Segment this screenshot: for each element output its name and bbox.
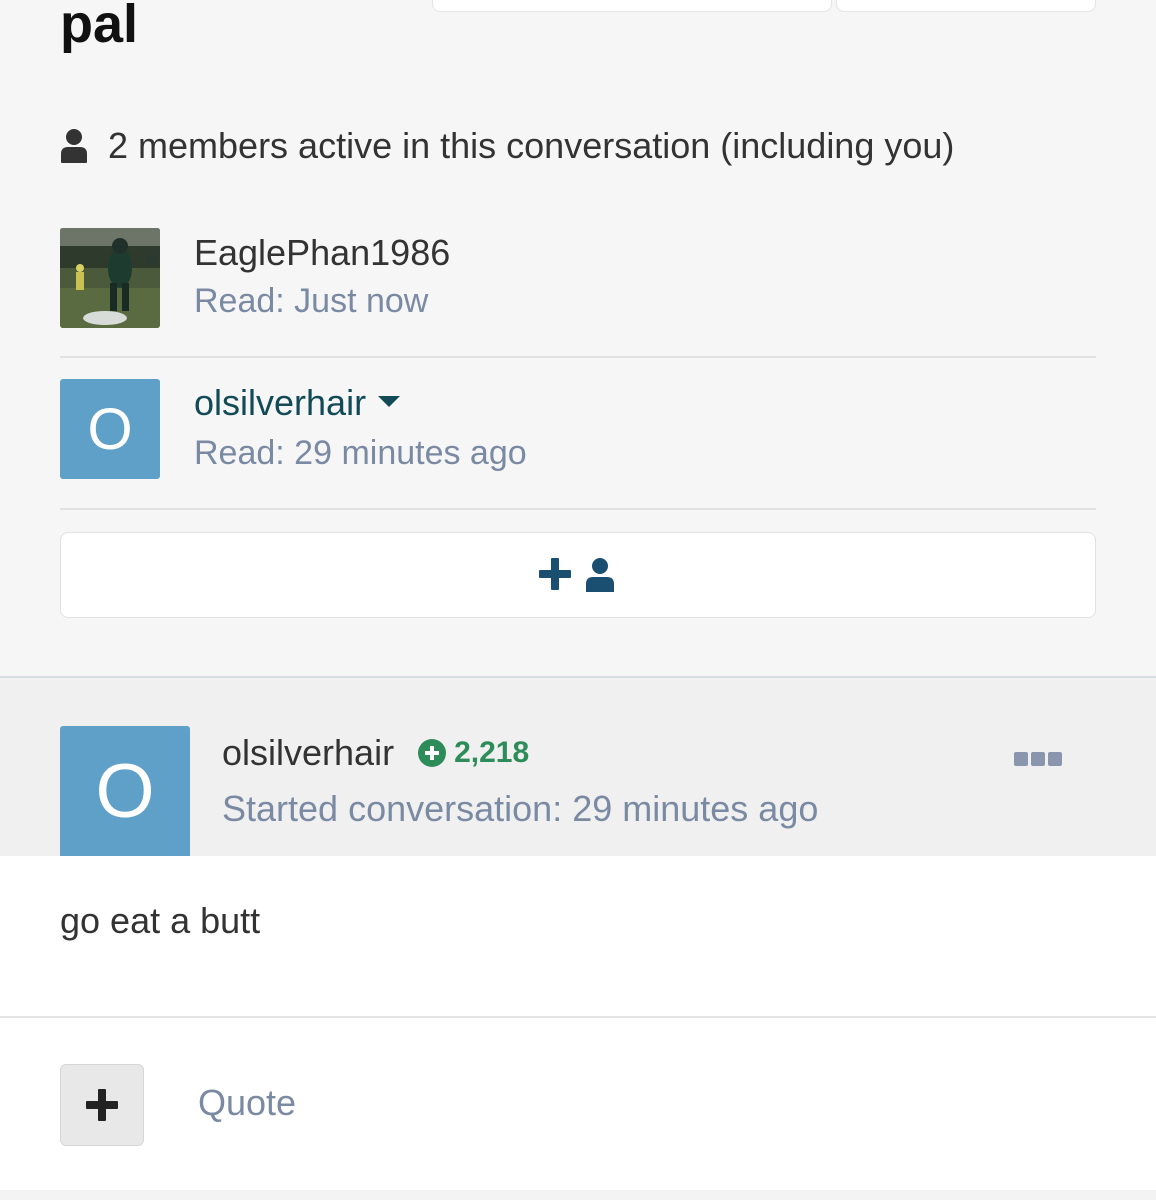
post-author-line: olsilverhair 2,218: [222, 732, 529, 774]
post-timestamp: Started conversation: 29 minutes ago: [222, 788, 819, 829]
header-action-button[interactable]: [432, 0, 832, 12]
member-read-status: Read: Just now: [194, 282, 429, 320]
post-author-name[interactable]: olsilverhair: [222, 732, 394, 774]
post-body: go eat a butt: [0, 856, 1156, 1016]
member-avatar-photo[interactable]: [60, 228, 160, 328]
member-item: O olsilverhair Read: 29 minutes ago: [60, 358, 1096, 510]
post-content: go eat a butt: [60, 900, 261, 941]
member-item: EaglePhan1986 Read: Just now: [60, 206, 1096, 358]
user-icon: [61, 129, 87, 163]
plus-user-icon: [539, 558, 614, 592]
reputation-badge: 2,218: [418, 736, 529, 770]
active-members-summary: 2 members active in this conversation (i…: [60, 124, 954, 168]
conversation-header: pal 2 members active in this conversatio…: [0, 0, 1156, 676]
post-footer: Quote: [0, 1016, 1156, 1192]
member-read-status: Read: 29 minutes ago: [194, 434, 527, 472]
post-header: O olsilverhair 2,218 Started conversatio…: [0, 678, 1156, 856]
plus-circle-icon: [418, 739, 447, 767]
member-name: olsilverhair: [194, 382, 367, 423]
quote-button[interactable]: Quote: [198, 1082, 296, 1124]
header-action-button-secondary[interactable]: [836, 0, 1096, 12]
post-author-avatar[interactable]: O: [60, 726, 190, 856]
member-name-menu[interactable]: olsilverhair: [194, 382, 401, 424]
conversation-title: pal: [60, 0, 139, 54]
football-photo-avatar: [60, 228, 160, 328]
add-member-button[interactable]: [60, 532, 1096, 618]
multiquote-button[interactable]: [60, 1064, 144, 1146]
reputation-count: 2,218: [454, 736, 530, 769]
active-members-text: 2 members active in this conversation (i…: [108, 125, 955, 166]
plus-icon: [86, 1089, 118, 1121]
caret-down-icon: [378, 395, 401, 407]
member-name[interactable]: EaglePhan1986: [194, 232, 450, 274]
member-avatar[interactable]: O: [60, 379, 160, 479]
more-options-icon[interactable]: [1014, 752, 1062, 766]
page-bottom-strip: [0, 1190, 1156, 1200]
